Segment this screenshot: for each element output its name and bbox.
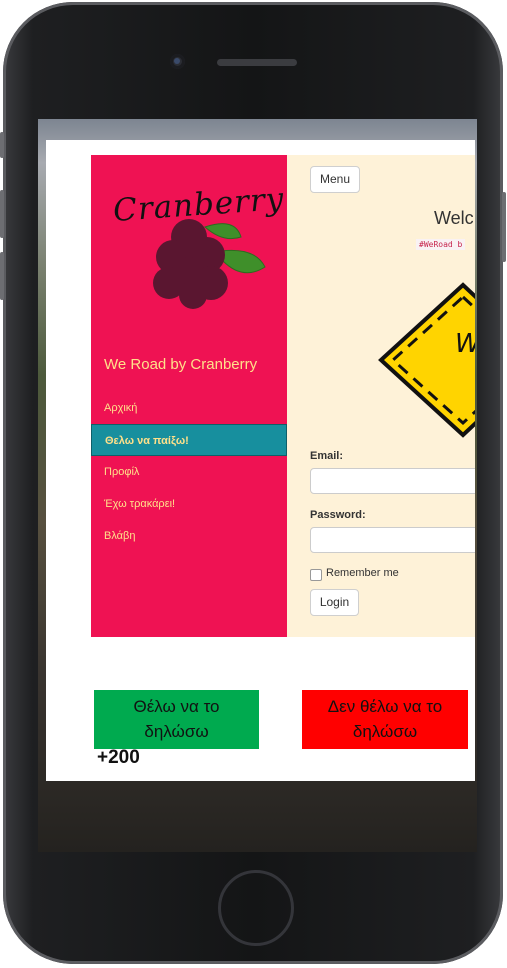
sidebar: Cranberry We Road by Cranberry Αρχική Θε… <box>91 155 287 637</box>
mute-switch <box>0 132 4 158</box>
main-content: Menu Welc #WeRoad b W ro Email: Password… <box>287 155 475 637</box>
password-label: Password: <box>310 509 366 521</box>
power-button <box>502 192 506 262</box>
sidebar-item-profile[interactable]: Προφίλ <box>91 456 287 488</box>
sidebar-item-breakdown[interactable]: Βλάβη <box>91 520 287 552</box>
phone-screen: Cranberry We Road by Cranberry Αρχική Θε… <box>38 119 477 852</box>
report-yes-button[interactable]: Θέλω να το δηλώσω <box>94 690 259 749</box>
phone-frame: Cranberry We Road by Cranberry Αρχική Θε… <box>0 2 506 964</box>
sidebar-item-home[interactable]: Αρχική <box>91 392 287 424</box>
road-sign-text: W ro <box>455 329 475 359</box>
remember-checkbox[interactable] <box>310 569 322 581</box>
password-field[interactable] <box>310 527 475 553</box>
login-button[interactable]: Login <box>310 589 359 616</box>
email-label: Email: <box>310 450 344 462</box>
menu-button[interactable]: Menu <box>310 166 360 193</box>
app-panel: Cranberry We Road by Cranberry Αρχική Θε… <box>46 140 475 781</box>
sidebar-item-play[interactable]: Θελω να παίξω! <box>91 424 287 456</box>
road-sign-icon: W ro <box>378 282 475 438</box>
speaker-grille <box>217 59 297 66</box>
home-button <box>218 870 294 946</box>
volume-up-button <box>0 190 4 238</box>
welcome-heading: Welc <box>434 208 474 228</box>
cranberry-logo-icon <box>153 219 266 309</box>
volume-down-button <box>0 252 4 300</box>
email-field[interactable] <box>310 468 475 494</box>
sidebar-item-crashed[interactable]: Έχω τρακάρει! <box>91 488 287 520</box>
report-no-button[interactable]: Δεν θέλω να το δηλώσω <box>302 690 468 749</box>
points-score: +200 <box>97 747 140 768</box>
brand-title: We Road by Cranberry <box>104 356 258 373</box>
remember-label: Remember me <box>326 567 399 579</box>
front-camera-icon <box>170 54 185 69</box>
hashtag-label: #WeRoad b <box>416 239 466 250</box>
